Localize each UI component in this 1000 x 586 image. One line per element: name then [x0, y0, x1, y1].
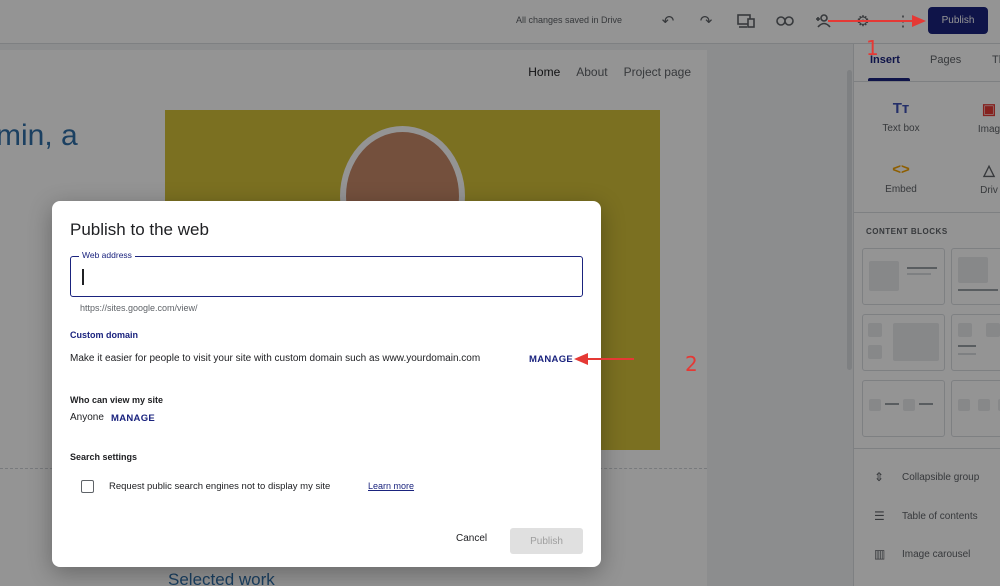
who-can-view-value: Anyone: [70, 412, 104, 423]
cancel-button[interactable]: Cancel: [456, 533, 487, 544]
annotation-number-2: 2: [685, 352, 698, 376]
dialog-publish-button[interactable]: Publish: [510, 528, 583, 554]
who-can-view-manage-button[interactable]: MANAGE: [111, 413, 155, 424]
publish-dialog: Publish to the web Web address https://s…: [52, 201, 601, 567]
annotation-number-1: 1: [866, 36, 879, 60]
text-cursor: [82, 269, 84, 285]
web-address-prefix: https://sites.google.com/view/: [80, 303, 198, 313]
annotation-arrowhead-1: [912, 15, 926, 27]
custom-domain-manage-button[interactable]: MANAGE: [529, 354, 573, 365]
web-address-input[interactable]: [81, 266, 561, 288]
dialog-title: Publish to the web: [70, 220, 209, 239]
custom-domain-heading: Custom domain: [70, 330, 139, 340]
annotation-arrowhead-2: [574, 353, 588, 365]
annotation-arrow-2: [586, 358, 634, 360]
search-engine-checkbox[interactable]: [81, 480, 94, 493]
search-engine-checkbox-label[interactable]: Request public search engines not to dis…: [109, 481, 330, 492]
search-settings-heading: Search settings: [70, 452, 138, 462]
who-can-view-heading: Who can view my site: [70, 395, 164, 405]
learn-more-link[interactable]: Learn more: [368, 481, 414, 491]
annotation-arrow-1: [828, 20, 916, 22]
web-address-label: Web address: [79, 250, 135, 260]
custom-domain-description: Make it easier for people to visit your …: [70, 353, 481, 364]
web-address-field[interactable]: Web address: [70, 250, 583, 297]
